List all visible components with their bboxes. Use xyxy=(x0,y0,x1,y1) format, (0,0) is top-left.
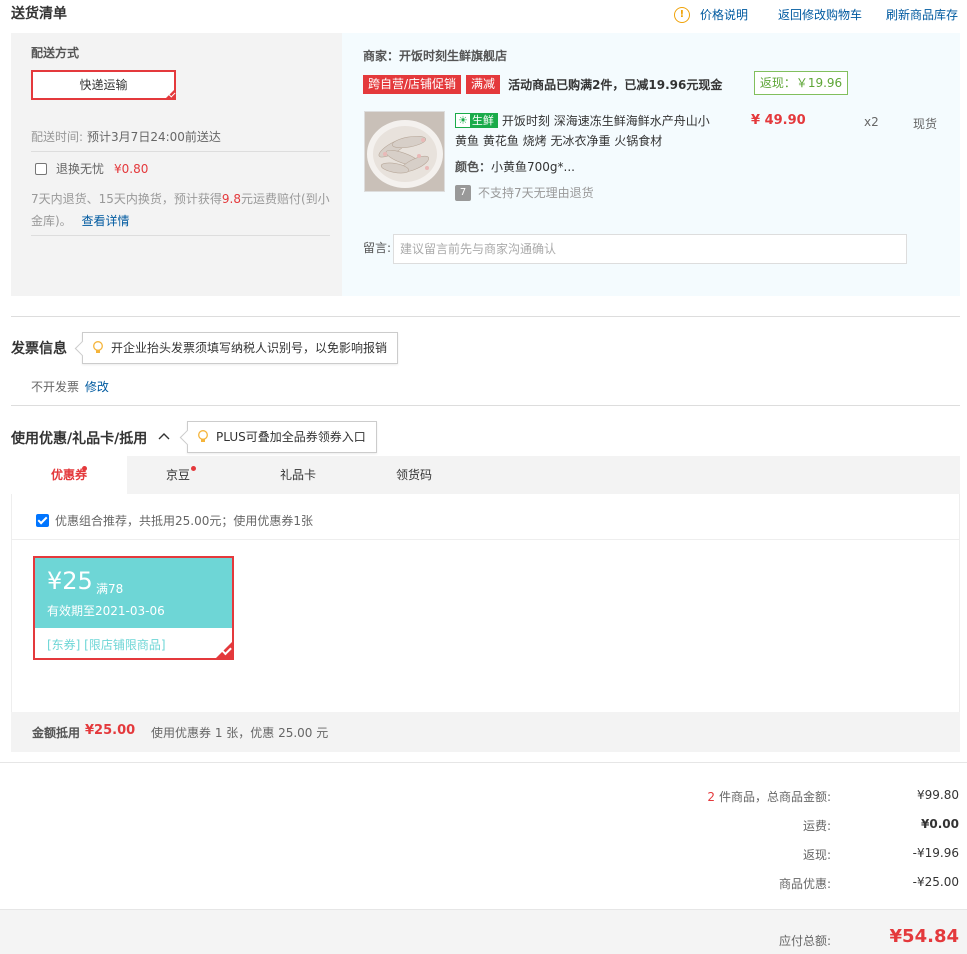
return-details-link[interactable]: 查看详情 xyxy=(82,214,130,228)
promo-row: 跨自营/店铺促销 满减 活动商品已购满2件，已减19.96元现金 xyxy=(363,75,722,94)
return-service-row: 退换无忧 ¥0.80 xyxy=(35,160,148,177)
coupons-title: 使用优惠/礼品卡/抵用 xyxy=(11,431,148,447)
product-variant: 颜色：小黄鱼700g*... xyxy=(455,158,575,175)
lightbulb-icon xyxy=(198,430,208,442)
tab-jingdou[interactable]: 京豆 xyxy=(120,456,236,494)
invoice-status-text: 不开发票 xyxy=(31,380,80,394)
discount-tag: 满减 xyxy=(466,75,501,94)
delivery-time-label: 配送时间: xyxy=(31,130,84,144)
total-label: 应付总额: xyxy=(778,934,831,948)
chevron-up-icon[interactable] xyxy=(158,430,170,442)
fish-plate-image xyxy=(365,112,444,191)
divider xyxy=(11,405,960,406)
item-count: 2 xyxy=(707,790,715,804)
coupon-combo-text: 优惠组合推荐，共抵用25.00元；使用优惠券1张 xyxy=(55,514,313,528)
remark-label: 留言: xyxy=(363,241,392,255)
page-title: 送货清单 xyxy=(11,6,67,22)
discount-value: -¥25.00 xyxy=(912,875,959,889)
total-bar: 应付总额: ¥54.84 xyxy=(0,909,967,954)
return-service-price: ¥0.80 xyxy=(114,161,149,176)
total-value: ¥54.84 xyxy=(889,926,959,947)
summary-goods-total: 2 件商品，总商品金额: ¥99.80 xyxy=(707,788,959,804)
divider xyxy=(0,762,967,763)
deduction-description: 使用优惠券 1 张，优惠 25.00 元 xyxy=(151,726,329,740)
tab-redeem-code[interactable]: 领货码 xyxy=(356,456,472,494)
coupon-validity: 有效期至2021-03-06 xyxy=(47,604,165,618)
shipping-fee-value: ¥0.00 xyxy=(921,817,959,831)
delivery-time: 配送时间: 预计3月7日24:00前送达 xyxy=(31,128,221,145)
back-to-cart-link[interactable]: 返回修改购物车 xyxy=(778,6,862,23)
fish-icon: ☀ xyxy=(456,114,470,127)
divider xyxy=(11,539,960,540)
divider xyxy=(31,151,330,152)
warning-icon: ! xyxy=(673,6,690,23)
shipping-method-label: 配送方式 xyxy=(31,46,80,60)
deduction-label: 金额抵用 xyxy=(32,726,81,740)
coupon-amount: ¥25 xyxy=(47,567,93,595)
divider xyxy=(11,316,960,317)
return-service-label: 退换无忧 xyxy=(56,162,105,176)
promo-text: 活动商品已购满2件，已减19.96元现金 xyxy=(508,78,723,92)
return-policy: 7 不支持7天无理由退货 xyxy=(455,184,594,201)
summary-rebate: 返现: -¥19.96 xyxy=(802,846,959,862)
fresh-tag: ☀ 生鲜 xyxy=(455,113,498,128)
coupon-card[interactable]: ¥25 满78 有效期至2021-03-06 [东券] [限店铺限商品] xyxy=(33,556,234,660)
coupon-footer: 金额抵用 ¥25.00 使用优惠券 1 张，优惠 25.00 元 xyxy=(11,712,960,752)
coupon-combo-row: 优惠组合推荐，共抵用25.00元；使用优惠券1张 xyxy=(36,512,313,529)
rebate-badge: 返现：￥19.96 xyxy=(754,71,848,95)
summary-discount: 商品优惠: -¥25.00 xyxy=(778,875,959,891)
lightbulb-icon xyxy=(93,341,103,353)
price-explanation-link[interactable]: 价格说明 xyxy=(700,6,748,23)
summary-shipping: 运费: ¥0.00 xyxy=(802,817,959,833)
product-quantity: x2 xyxy=(864,115,879,129)
selected-check-icon xyxy=(164,88,176,100)
coupon-tabs: 优惠券 京豆 礼品卡 领货码 xyxy=(11,456,960,494)
plus-coupon-tip-text: PLUS可叠加全品券领券入口 xyxy=(216,430,366,444)
invoice-tooltip: 开企业抬头发票须填写纳税人识别号，以免影响报销 xyxy=(82,332,399,364)
delivery-time-value: 预计3月7日24:00前送达 xyxy=(87,130,221,144)
rebate-value: -¥19.96 xyxy=(912,846,959,860)
tab-gift-card[interactable]: 礼品卡 xyxy=(240,456,356,494)
coupon-scope: [东券] [限店铺限商品] xyxy=(47,638,166,652)
goods-total-value: ¥99.80 xyxy=(917,788,959,802)
invoice-status: 不开发票 修改 xyxy=(31,378,109,395)
invoice-edit-link[interactable]: 修改 xyxy=(85,380,109,394)
plus-coupon-tooltip[interactable]: PLUS可叠加全品券领券入口 xyxy=(187,421,377,453)
coupon-condition: 满78 xyxy=(96,582,124,596)
deduction-amount: ¥25.00 xyxy=(85,723,136,738)
promo-tag: 跨自营/店铺促销 xyxy=(363,75,462,94)
selected-check-icon xyxy=(214,640,234,660)
notification-dot xyxy=(191,466,196,471)
invoice-title: 发票信息 xyxy=(11,341,67,357)
shipping-method-value: 快递运输 xyxy=(79,78,128,92)
return-policy-text: 不支持7天无理由退货 xyxy=(478,186,594,200)
product-variant-value: 小黄鱼700g*... xyxy=(491,160,575,174)
merchant-name: 商家：开饭时刻生鲜旗舰店 xyxy=(363,49,508,63)
product-stock-status: 现货 xyxy=(913,117,938,131)
header-links: ! 价格说明 返回修改购物车 刷新商品库存 xyxy=(673,6,958,23)
refresh-stock-link[interactable]: 刷新商品库存 xyxy=(886,6,958,23)
notification-dot xyxy=(82,466,87,471)
product-variant-label: 颜色： xyxy=(455,160,492,174)
return-service-description: 7天内退货、15天内换货，预计获得9.8元运费赔付(到小金库)。 查看详情 xyxy=(31,192,330,228)
no-return-icon: 7 xyxy=(455,184,471,201)
remark-input[interactable] xyxy=(393,234,907,264)
tab-coupons[interactable]: 优惠券 xyxy=(11,456,127,494)
product-title[interactable]: ☀ 生鲜 开饭时刻 深海速冻生鲜海鲜水产舟山小黄鱼 黄花鱼 烧烤 无冰衣净重 火锅食… xyxy=(455,111,715,151)
invoice-tip-text: 开企业抬头发票须填写纳税人识别号，以免影响报销 xyxy=(111,341,388,355)
product-image[interactable] xyxy=(364,111,445,192)
divider xyxy=(31,235,330,236)
return-service-checkbox[interactable] xyxy=(35,162,47,175)
shipping-method-option[interactable]: 快递运输 xyxy=(31,70,176,100)
coupon-combo-checkbox[interactable] xyxy=(36,514,49,527)
return-compensation-amount: 9.8 xyxy=(221,192,241,206)
product-price: ¥ 49.90 xyxy=(751,113,806,128)
